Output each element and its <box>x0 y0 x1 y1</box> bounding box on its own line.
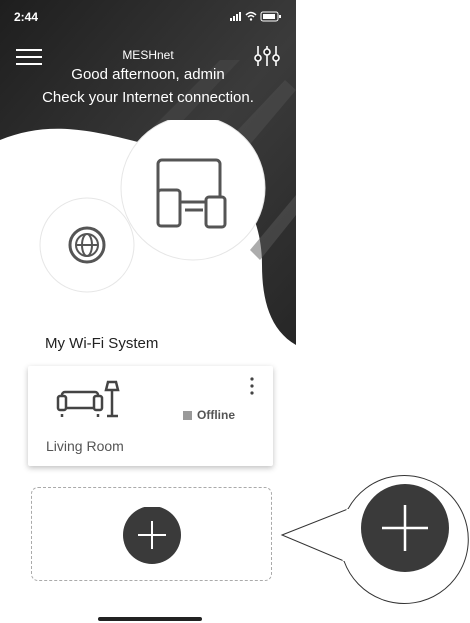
network-diagram <box>39 120 266 293</box>
home-indicator <box>98 617 202 621</box>
device-name: Living Room <box>46 438 124 454</box>
app-screen: 2:44 MESHnet Good afternoon, admin Check… <box>0 0 296 623</box>
status-time: 2:44 <box>14 10 39 24</box>
living-room-icon <box>56 380 120 418</box>
settings-sliders-icon[interactable] <box>254 44 280 68</box>
globe-icon <box>39 197 135 293</box>
section-title: My Wi-Fi System <box>45 335 159 352</box>
greeting-text: Good afternoon, admin <box>71 66 225 83</box>
plus-icon-magnified <box>361 484 449 572</box>
plus-icon[interactable] <box>122 507 182 567</box>
connection-status-message: Check your Internet connection. <box>42 89 254 106</box>
add-device-area[interactable] <box>31 487 272 581</box>
device-status-text: Offline <box>197 408 235 422</box>
app-title: MESHnet <box>122 48 174 62</box>
more-options-icon[interactable] <box>247 376 257 396</box>
devices-icon <box>120 120 266 261</box>
offline-indicator-icon <box>183 411 192 420</box>
status-bar: 2:44 <box>0 0 296 32</box>
device-card-living-room[interactable]: Offline Living Room <box>28 366 273 466</box>
device-status-badge: Offline <box>183 408 235 422</box>
signal-wifi-battery-icon <box>230 11 281 22</box>
